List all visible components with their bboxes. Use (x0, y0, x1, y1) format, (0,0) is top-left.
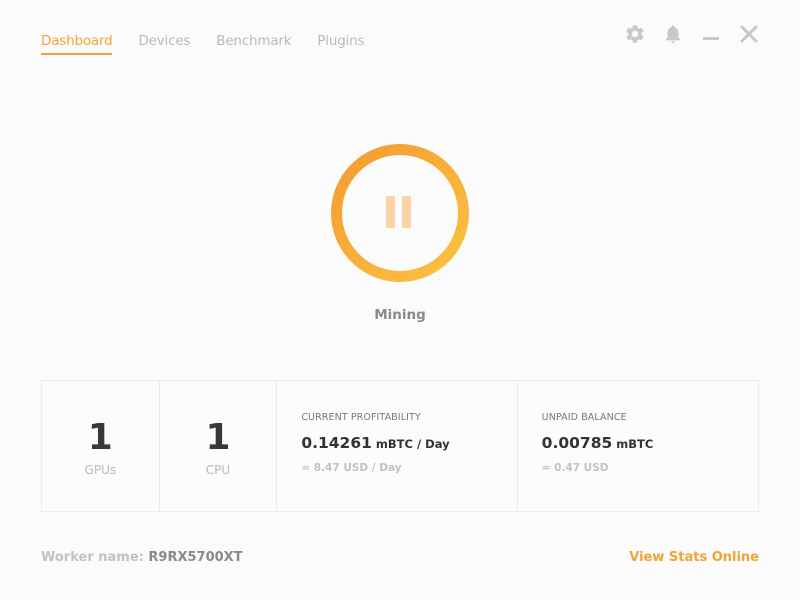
stats-panel: 1 GPUs 1 CPU CURRENT PROFITABILITY 0.142… (41, 380, 759, 512)
gpu-count-cell: 1 GPUs (42, 381, 160, 511)
view-stats-online-link[interactable]: View Stats Online (629, 550, 759, 565)
mining-ring (331, 144, 469, 282)
profitability-heading: CURRENT PROFITABILITY (301, 412, 421, 423)
unpaid-balance-fiat: ≈ 0.47 USD (541, 462, 609, 474)
unpaid-balance-cell: UNPAID BALANCE 0.00785 mBTC ≈ 0.47 USD (518, 381, 758, 511)
worker-name: Worker name: R9RX5700XT (41, 550, 243, 565)
main-tabs: Dashboard Devices Benchmark Plugins (41, 33, 390, 55)
tab-dashboard[interactable]: Dashboard (41, 33, 113, 55)
unpaid-balance-value: 0.00785 (541, 434, 613, 452)
tab-plugins[interactable]: Plugins (317, 33, 364, 55)
worker-name-label: Worker name: (41, 550, 144, 565)
minimize-button[interactable] (699, 22, 723, 46)
notifications-button[interactable] (661, 22, 685, 46)
profitability-value: 0.14261 (301, 434, 372, 452)
minimize-icon (703, 37, 719, 40)
window-controls (609, 22, 761, 46)
profitability-fiat: ≈ 8.47 USD / Day (301, 462, 402, 474)
gpu-count-value: 1 (87, 417, 113, 458)
worker-name-value: R9RX5700XT (148, 550, 243, 565)
cpu-count-label: CPU (205, 463, 231, 477)
cpu-count-cell: 1 CPU (160, 381, 278, 511)
unpaid-balance-heading: UNPAID BALANCE (541, 412, 627, 423)
bell-icon (665, 25, 681, 44)
unpaid-balance-unit: mBTC (616, 437, 654, 451)
gear-icon (626, 25, 644, 43)
close-icon (740, 25, 758, 43)
cpu-count-value: 1 (205, 417, 231, 458)
profitability-unit: mBTC / Day (375, 437, 450, 451)
close-button[interactable] (737, 22, 761, 46)
mining-status-label: Mining (374, 307, 426, 323)
profitability-cell: CURRENT PROFITABILITY 0.14261 mBTC / Day … (277, 381, 518, 511)
tab-devices[interactable]: Devices (138, 33, 190, 55)
tab-benchmark[interactable]: Benchmark (216, 33, 291, 55)
gpu-count-label: GPUs (84, 463, 117, 477)
settings-button[interactable] (623, 22, 647, 46)
mining-toggle-button[interactable] (329, 142, 471, 284)
